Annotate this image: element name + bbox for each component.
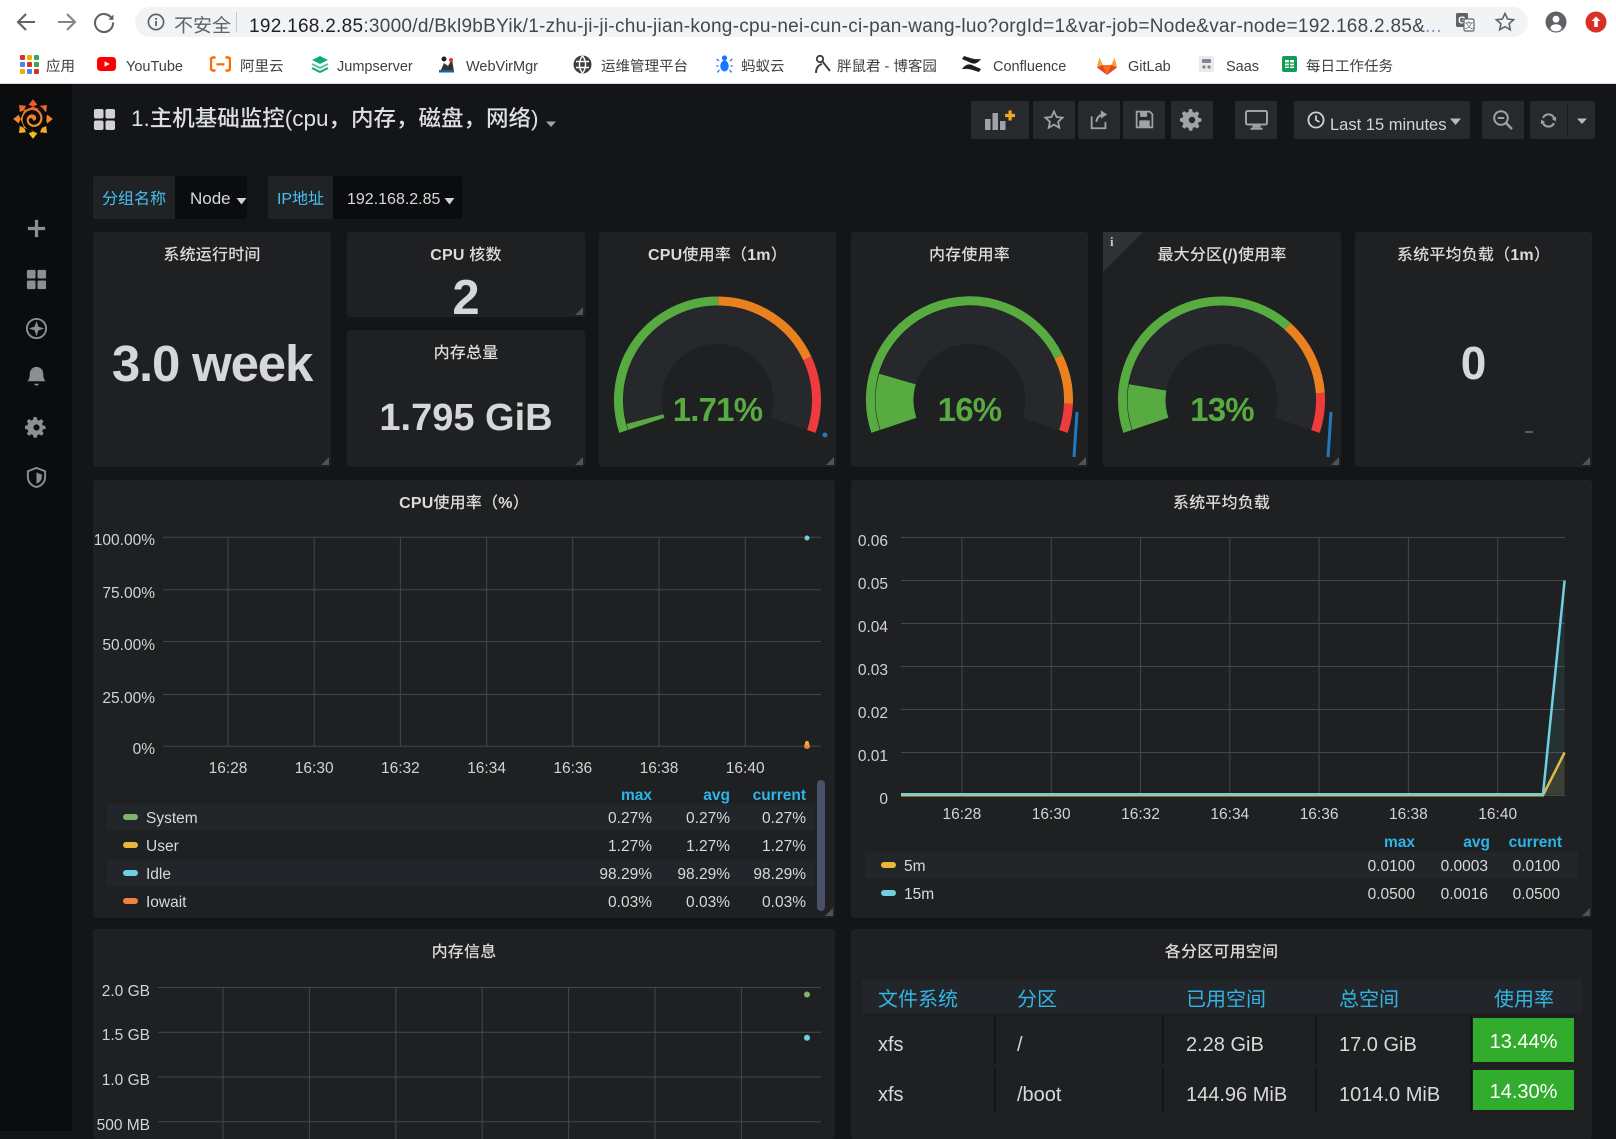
svg-text:文: 文 bbox=[1464, 19, 1473, 32]
